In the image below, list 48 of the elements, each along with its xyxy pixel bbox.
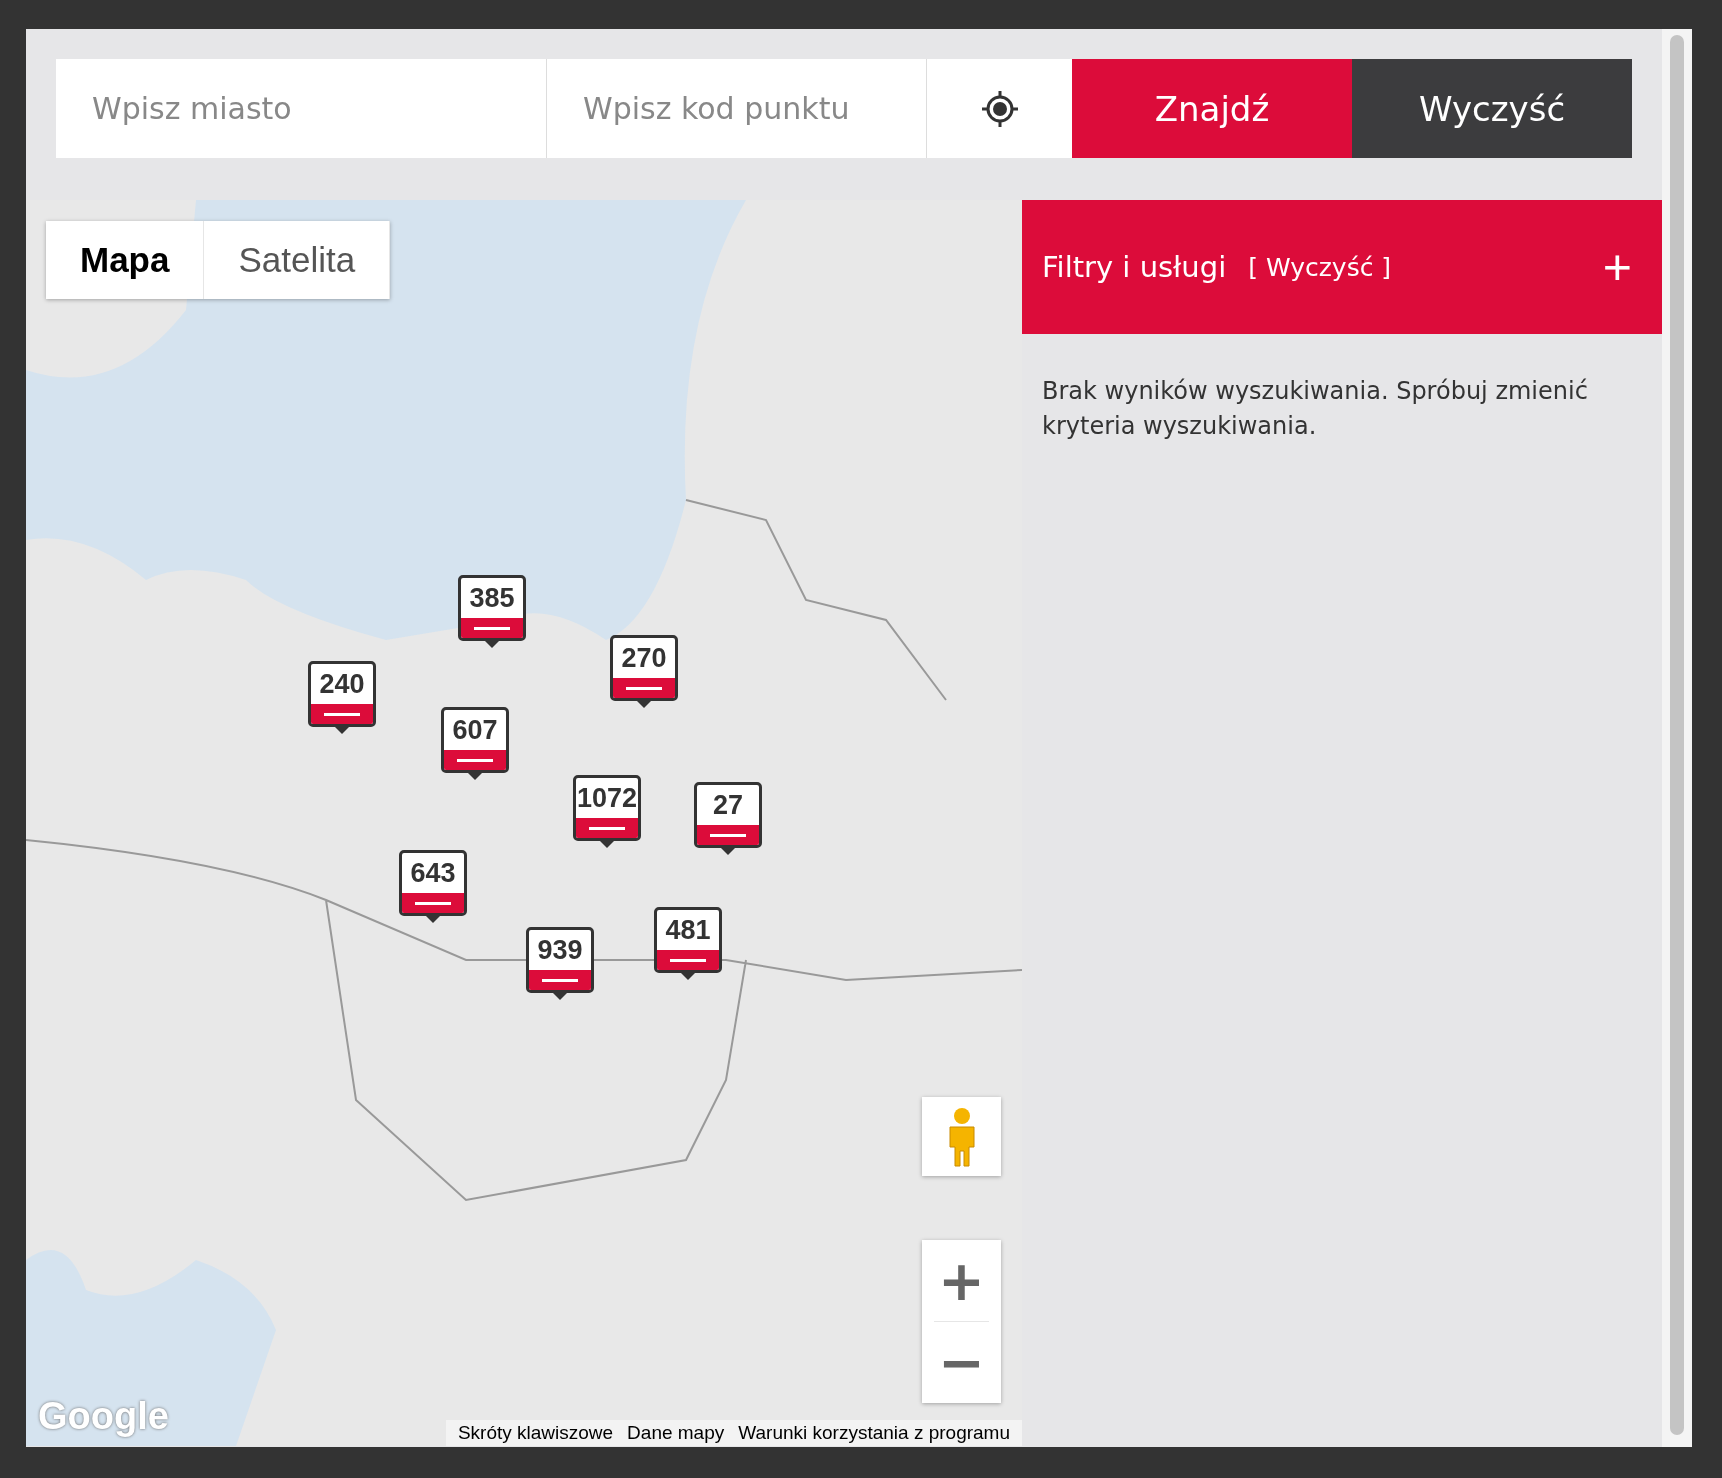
cluster-marker[interactable]: 270 (610, 635, 678, 701)
marker-tip-icon (426, 916, 440, 923)
no-results-message: Brak wyników wyszukiwania. Spróbuj zmienić kryteria wyszukiwania. (1041, 376, 1589, 442)
cluster-marker[interactable]: 1072 (573, 775, 641, 841)
cluster-marker[interactable]: 385 (458, 575, 526, 641)
map-type-tab[interactable]: Mapa (46, 221, 205, 299)
cluster-count: 643 (409, 856, 457, 890)
cluster-count: 270 (620, 641, 668, 675)
cluster-count: 240 (318, 667, 366, 701)
point-code-field[interactable]: Wpisz kod punktu (547, 59, 927, 158)
scrollbar[interactable] (1670, 35, 1684, 1435)
map-type-tab[interactable]: Satelita (204, 221, 391, 299)
filters-header[interactable]: Filtry i usługi [ Wyczyść ] + (1022, 200, 1662, 334)
cluster-count: 27 (711, 788, 744, 822)
cluster-marker[interactable]: 240 (308, 661, 376, 727)
cluster-count: 1072 (576, 781, 638, 815)
marker-tip-icon (681, 973, 695, 980)
marker-tip-icon (600, 841, 614, 848)
clear-filters-link[interactable]: [ Wyczyść ] (1248, 252, 1571, 282)
find-button[interactable]: Znajdź (1072, 59, 1352, 158)
map-footer-link[interactable]: Skróty klawiszowe (457, 1422, 614, 1444)
cluster-marker[interactable]: 27 (694, 782, 762, 848)
cluster-marker[interactable]: 607 (441, 707, 509, 773)
zoom-out-button[interactable]: − (922, 1322, 1001, 1403)
cluster-count: 385 (468, 581, 516, 615)
cluster-count: 481 (664, 913, 712, 947)
marker-tip-icon (637, 701, 651, 708)
marker-tip-icon (485, 641, 499, 648)
filters-title: Filtry i usługi (1042, 250, 1227, 284)
street-view-button[interactable] (922, 1097, 1001, 1176)
locate-button[interactable] (927, 59, 1072, 158)
cluster-marker[interactable]: 939 (526, 927, 594, 993)
map-logo: Google (38, 1395, 169, 1438)
cluster-count: 607 (451, 713, 499, 747)
marker-tip-icon (468, 773, 482, 780)
zoom-in-button[interactable]: + (922, 1240, 1001, 1321)
city-field[interactable]: Wpisz miasto (56, 59, 547, 158)
cluster-count: 939 (536, 933, 584, 967)
marker-tip-icon (553, 993, 567, 1000)
cluster-marker[interactable]: 481 (654, 907, 722, 973)
crosshair-icon (979, 88, 1020, 129)
marker-tip-icon (335, 727, 349, 734)
clear-button[interactable]: Wyczyść (1352, 59, 1632, 158)
cluster-marker[interactable]: 643 (399, 850, 467, 916)
map-footer-link[interactable]: Warunki korzystania z programu (738, 1422, 1010, 1444)
marker-tip-icon (721, 848, 735, 855)
map-footer-link[interactable]: Dane mapy (627, 1422, 725, 1444)
expand-button[interactable]: + (1592, 238, 1642, 296)
